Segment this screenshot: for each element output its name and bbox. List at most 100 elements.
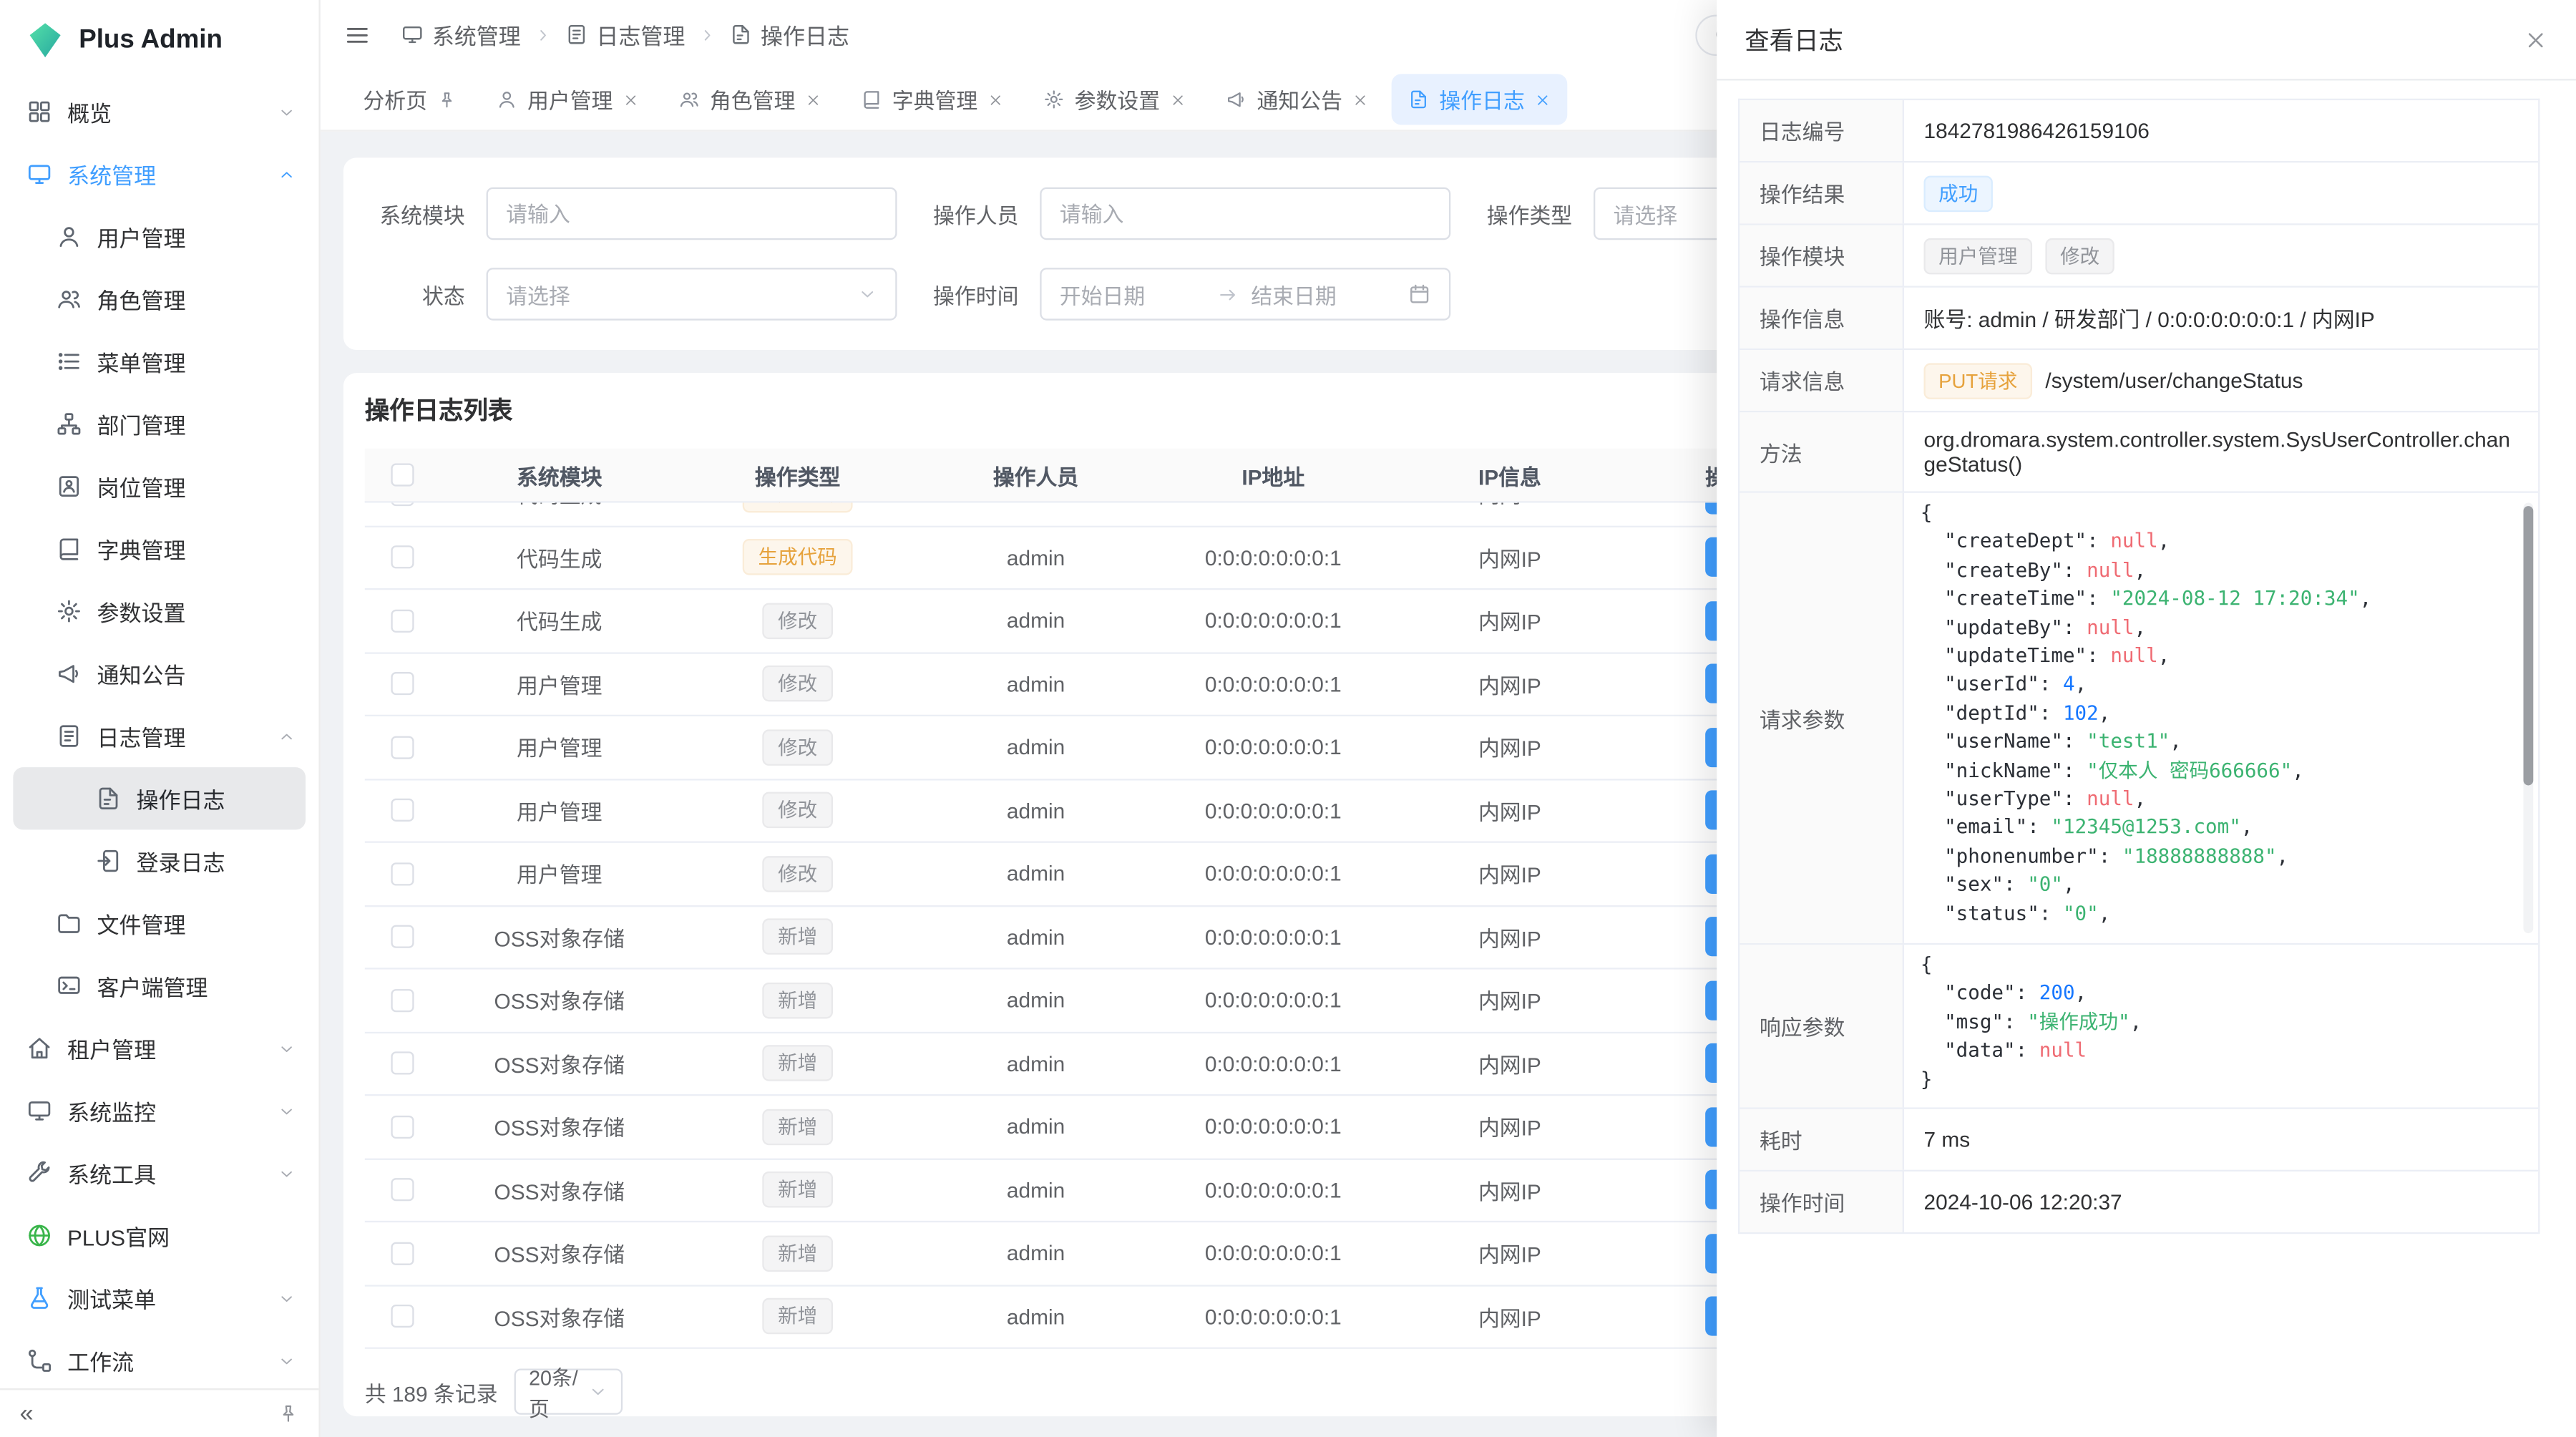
tab-close-icon[interactable]: [623, 91, 639, 107]
sidebar-item-user-management[interactable]: 用户管理: [0, 205, 318, 268]
sidebar-item-tenant-management[interactable]: 租户管理: [0, 1017, 318, 1079]
row-checkbox[interactable]: [391, 1242, 414, 1265]
cost-value: 7 ms: [1904, 1109, 2538, 1170]
log-descriptions: 日志编号 1842781986426159106 操作结果 成功 操作模块 用户…: [1738, 99, 2540, 1234]
pin-icon[interactable]: [437, 89, 457, 109]
row-checkbox[interactable]: [391, 989, 414, 1012]
sidebar-item-client-management[interactable]: 客户端管理: [0, 955, 318, 1017]
sidebar-item-role-management[interactable]: 角色管理: [0, 268, 318, 330]
module-tag: 用户管理: [1923, 238, 2032, 274]
log-icon: [56, 723, 82, 749]
tab-role-management[interactable]: 角色管理: [662, 74, 838, 125]
flask-icon: [26, 1285, 53, 1311]
operation-type-tag: 生成代码: [743, 540, 852, 576]
sidebar-item-file-management[interactable]: 文件管理: [0, 892, 318, 955]
sidebar-item-label: 系统管理: [67, 157, 156, 190]
operator-input[interactable]: [1040, 187, 1450, 240]
scrollbar-thumb[interactable]: [2524, 506, 2534, 785]
row-checkbox[interactable]: [391, 799, 414, 822]
breadcrumb-item[interactable]: 系统管理: [401, 18, 521, 51]
row-checkbox[interactable]: [391, 862, 414, 885]
cell-operator: admin: [917, 608, 1155, 633]
tab-close-icon[interactable]: [987, 91, 1004, 107]
tab-dict-management[interactable]: 字典管理: [844, 74, 1020, 125]
desc-row-response-params: 响应参数 { "code": 200, "msg": "操作成功", "data…: [1740, 945, 2538, 1109]
row-checkbox[interactable]: [391, 1052, 414, 1075]
operation-type-tag: 新增: [763, 1109, 831, 1145]
select-all-checkbox[interactable]: [391, 463, 414, 486]
sidebar-item-operation-log[interactable]: 操作日志: [13, 767, 306, 829]
sidebar-item-login-log[interactable]: 登录日志: [0, 829, 318, 892]
page-size-select[interactable]: 20条/页: [514, 1368, 623, 1414]
cell-module: 代码生成: [440, 503, 678, 510]
row-checkbox[interactable]: [391, 1305, 414, 1328]
sidebar-item-label: 通知公告: [97, 657, 185, 690]
status-select[interactable]: 请选择: [487, 268, 897, 320]
drawer-close-icon[interactable]: [2524, 27, 2548, 52]
desc-row-request-params: 请求参数 { "createDept": null, "createBy": n…: [1740, 493, 2538, 945]
sidebar-item-plus-website[interactable]: PLUS官网: [0, 1204, 318, 1267]
desc-row-request: 请求信息 PUT请求 /system/user/changeStatus: [1740, 350, 2538, 412]
sidebar-item-label: 登录日志: [137, 844, 225, 877]
sidebar-item-workflow[interactable]: 工作流: [0, 1329, 318, 1388]
sidebar-item-label: 部门管理: [97, 407, 185, 440]
operation-type-tag: 修改: [763, 666, 831, 702]
row-checkbox[interactable]: [391, 736, 414, 759]
row-checkbox[interactable]: [391, 925, 414, 948]
sidebar-item-menu-management[interactable]: 菜单管理: [0, 330, 318, 392]
sidebar-item-system-management[interactable]: 系统管理: [0, 143, 318, 205]
tab-close-icon[interactable]: [805, 91, 821, 107]
row-checkbox[interactable]: [391, 673, 414, 696]
sidebar-item-system-monitor[interactable]: 系统监控: [0, 1079, 318, 1141]
sidebar-item-dept-management[interactable]: 部门管理: [0, 393, 318, 455]
tab-notice[interactable]: 通知公告: [1209, 74, 1385, 125]
pin-sidebar-icon[interactable]: [278, 1403, 299, 1425]
row-checkbox[interactable]: [391, 1179, 414, 1202]
sidebar-item-notice[interactable]: 通知公告: [0, 643, 318, 705]
sidebar-footer: «: [0, 1388, 318, 1437]
sidebar-item-system-tools[interactable]: 系统工具: [0, 1142, 318, 1204]
chevron-right-icon: [698, 26, 716, 44]
tab-param-settings[interactable]: 参数设置: [1027, 74, 1203, 125]
cell-ip-info: 内网IP: [1392, 985, 1629, 1016]
sidebar-item-label: 系统工具: [67, 1156, 156, 1189]
breadcrumb-label: 系统管理: [432, 18, 521, 51]
tab-operation-log[interactable]: 操作日志: [1392, 74, 1568, 125]
hamburger-menu-icon[interactable]: [343, 21, 371, 49]
row-checkbox[interactable]: [391, 503, 414, 506]
breadcrumb-item[interactable]: 日志管理: [565, 18, 686, 51]
row-checkbox[interactable]: [391, 546, 414, 569]
drawer-header: 查看日志: [1717, 0, 2576, 80]
sidebar-item-post-management[interactable]: 岗位管理: [0, 455, 318, 517]
app-logo-icon: [24, 20, 65, 61]
login-icon: [95, 848, 122, 875]
row-checkbox[interactable]: [391, 1115, 414, 1138]
operation-type-tag: 新增: [763, 1298, 831, 1335]
row-checkbox[interactable]: [391, 609, 414, 632]
time-range-picker[interactable]: 开始日期 结束日期: [1040, 268, 1450, 320]
tab-analysis[interactable]: 分析页: [346, 74, 473, 125]
breadcrumb-item[interactable]: 操作日志: [729, 18, 849, 51]
tab-close-icon[interactable]: [1170, 91, 1186, 107]
cell-module: OSS对象存储: [440, 921, 678, 953]
sidebar-item-dict-management[interactable]: 字典管理: [0, 517, 318, 580]
tab-user-management[interactable]: 用户管理: [479, 74, 655, 125]
http-method-tag: PUT请求: [1923, 362, 2032, 399]
chevron-down-icon: [278, 102, 296, 120]
tab-close-icon[interactable]: [1352, 91, 1369, 107]
chevron-down-icon: [278, 1289, 296, 1307]
collapse-sidebar-button[interactable]: «: [20, 1401, 34, 1426]
sidebar-item-log-management[interactable]: 日志管理: [0, 705, 318, 767]
chevron-down-icon: [278, 1351, 296, 1369]
chevron-up-icon: [278, 165, 296, 183]
cell-ip-info: 内网IP: [1392, 542, 1629, 573]
cell-module: OSS对象存储: [440, 1237, 678, 1269]
tab-close-icon[interactable]: [1535, 91, 1551, 107]
sidebar-item-overview[interactable]: 概览: [0, 80, 318, 142]
sidebar-item-test-menu[interactable]: 测试菜单: [0, 1267, 318, 1329]
sidebar-item-label: 工作流: [67, 1344, 134, 1377]
sidebar-item-param-settings[interactable]: 参数设置: [0, 580, 318, 642]
module-input[interactable]: [487, 187, 897, 240]
book-icon: [56, 535, 82, 562]
app-logo-block[interactable]: Plus Admin: [0, 0, 318, 80]
